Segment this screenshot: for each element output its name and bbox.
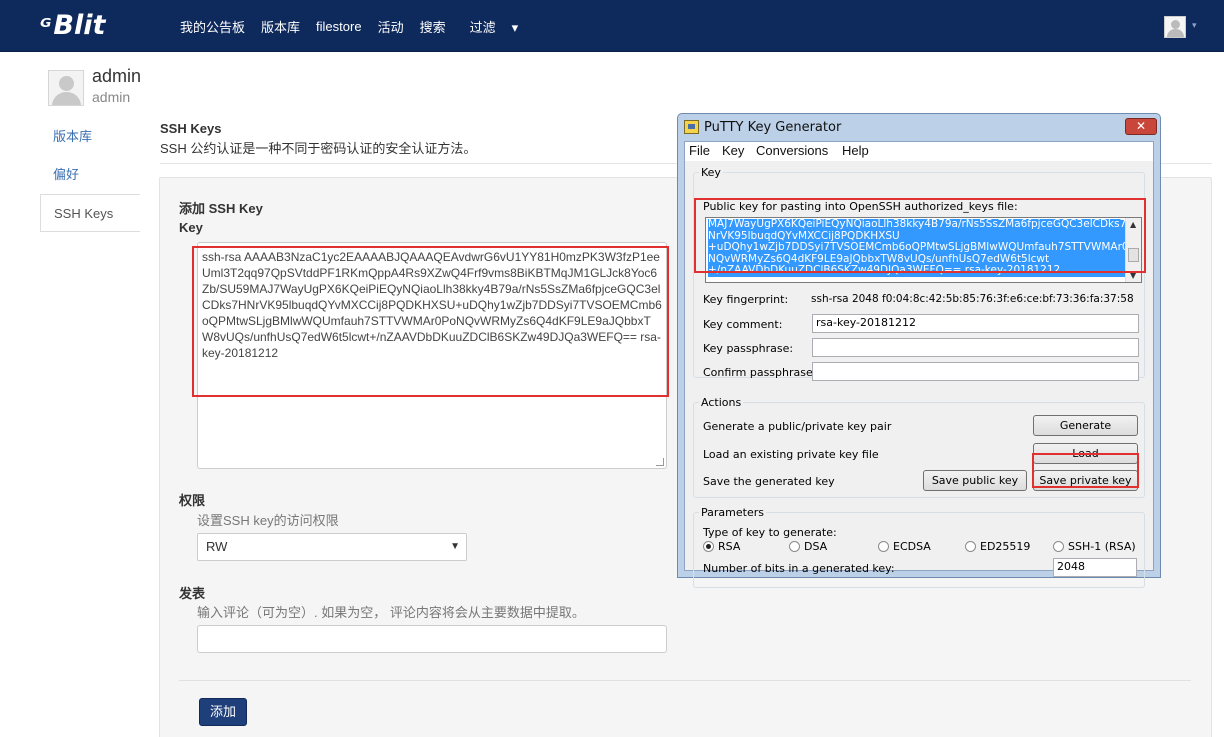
- logo-mark: ᴳ: [40, 15, 52, 40]
- save-public-key-button[interactable]: Save public key: [923, 470, 1027, 491]
- radio-ed25519-label: ED25519: [980, 540, 1031, 553]
- menu-help[interactable]: Help: [842, 143, 869, 158]
- divider: [179, 680, 1191, 681]
- fingerprint-label: Key fingerprint:: [703, 293, 789, 306]
- caret-down-icon: ▾: [511, 19, 519, 35]
- bits-label: Number of bits in a generated key:: [703, 562, 895, 575]
- permission-help: 设置SSH key的访问权限: [197, 513, 339, 528]
- fingerprint-value: ssh-rsa 2048 f0:04:8c:42:5b:85:76:3f:e6:…: [811, 293, 1134, 305]
- side-item-repositories[interactable]: 版本库: [40, 118, 140, 156]
- menu-conversions[interactable]: Conversions: [756, 143, 828, 158]
- side-nav: 版本库 偏好 SSH Keys: [40, 118, 140, 232]
- add-button[interactable]: 添加: [199, 698, 247, 726]
- generate-text: Generate a public/private key pair: [703, 420, 892, 433]
- menu-key[interactable]: Key: [722, 143, 744, 158]
- generate-button[interactable]: Generate: [1033, 415, 1138, 436]
- nav-item-activity[interactable]: 活动: [378, 17, 404, 36]
- radio-icon: [965, 541, 976, 552]
- highlight-box-key: [192, 246, 669, 397]
- radio-icon: [878, 541, 889, 552]
- radio-icon: [789, 541, 800, 552]
- passphrase-label: Key passphrase:: [703, 342, 794, 355]
- nav-item-repositories[interactable]: 版本库: [261, 17, 300, 36]
- actions-group-legend: Actions: [699, 396, 744, 409]
- putty-menu-bar: File Key Conversions Help: [685, 142, 1153, 161]
- logo-text: Blit: [53, 10, 106, 41]
- save-text: Save the generated key: [703, 475, 835, 488]
- putty-title: PuTTY Key Generator: [704, 120, 842, 135]
- permission-label: 权限: [179, 493, 206, 508]
- navbar: ᴳBlit 我的公告板 版本库 filestore 活动 搜索 过滤 ▾ ▾: [0, 0, 1224, 52]
- user-avatar: [48, 70, 84, 106]
- key-comment-field[interactable]: rsa-key-20181212: [812, 314, 1139, 333]
- highlight-box-save-private: [1032, 453, 1139, 488]
- radio-dsa-label: DSA: [804, 540, 828, 553]
- bits-field[interactable]: 2048: [1053, 558, 1137, 577]
- radio-ssh1-rsa[interactable]: SSH-1 (RSA): [1053, 540, 1136, 553]
- key-comment-label: Key comment:: [703, 318, 783, 331]
- confirm-passphrase-label: Confirm passphrase:: [703, 366, 817, 379]
- radio-ed25519[interactable]: ED25519: [965, 540, 1030, 553]
- key-group-legend: Key: [699, 166, 723, 179]
- resize-grip-icon[interactable]: [656, 458, 664, 466]
- permission-select-value: RW: [206, 539, 228, 554]
- logo[interactable]: ᴳBlit: [40, 10, 105, 41]
- confirm-passphrase-field[interactable]: [812, 362, 1139, 381]
- highlight-box-public-key: [694, 198, 1146, 273]
- user-subtitle: admin: [92, 89, 131, 105]
- key-type-label: Type of key to generate:: [703, 526, 837, 539]
- nav-item-filestore[interactable]: filestore: [316, 19, 362, 34]
- radio-rsa-label: RSA: [718, 540, 741, 553]
- nav-item-search[interactable]: 搜索: [420, 17, 446, 36]
- radio-rsa[interactable]: RSA: [703, 540, 740, 553]
- parameters-group-legend: Parameters: [699, 506, 766, 519]
- comment-help: 输入评论（可为空）. 如果为空， 评论内容将会从主要数据中提取。: [197, 605, 585, 620]
- radio-icon: [1053, 541, 1064, 552]
- radio-ssh1-label: SSH-1 (RSA): [1068, 540, 1136, 553]
- avatar-head-shape: [1171, 20, 1180, 29]
- avatar-head-shape: [59, 76, 74, 91]
- permission-select[interactable]: RW ▼: [197, 533, 467, 561]
- putty-app-icon: [684, 120, 699, 134]
- key-label: Key: [179, 220, 203, 235]
- user-menu-avatar[interactable]: [1164, 16, 1186, 38]
- comment-label: 发表: [179, 586, 206, 601]
- dropdown-arrow-icon: ▼: [450, 541, 460, 552]
- passphrase-field[interactable]: [812, 338, 1139, 357]
- user-name: admin: [92, 66, 142, 86]
- avatar-body-shape: [1167, 29, 1184, 37]
- section-title: SSH Keys: [160, 121, 222, 136]
- nav-item-dashboard[interactable]: 我的公告板: [180, 17, 245, 36]
- radio-ecdsa-label: ECDSA: [893, 540, 931, 553]
- nav-item-filter[interactable]: 过滤 ▾: [462, 17, 527, 36]
- side-item-ssh-keys[interactable]: SSH Keys: [40, 194, 140, 232]
- side-item-preferences[interactable]: 偏好: [40, 156, 140, 194]
- avatar-body-shape: [52, 92, 81, 105]
- comment-input[interactable]: [197, 625, 667, 653]
- radio-selected-icon: [703, 541, 714, 552]
- user-menu-caret-icon[interactable]: ▾: [1192, 20, 1197, 31]
- top-nav: 我的公告板 版本库 filestore 活动 搜索 过滤 ▾: [172, 0, 534, 52]
- form-heading: 添加 SSH Key: [179, 201, 263, 216]
- load-text: Load an existing private key file: [703, 448, 879, 461]
- radio-dsa[interactable]: DSA: [789, 540, 827, 553]
- close-button[interactable]: ✕: [1125, 118, 1157, 135]
- radio-ecdsa[interactable]: ECDSA: [878, 540, 931, 553]
- putty-window: PuTTY Key Generator ✕ File Key Conversio…: [677, 113, 1161, 588]
- putty-titlebar[interactable]: PuTTY Key Generator ✕: [678, 114, 1160, 141]
- nav-item-filter-label: 过滤: [469, 19, 496, 35]
- section-description: SSH 公约认证是一种不同于密码认证的安全认证方法。: [160, 141, 477, 156]
- menu-file[interactable]: File: [689, 143, 710, 158]
